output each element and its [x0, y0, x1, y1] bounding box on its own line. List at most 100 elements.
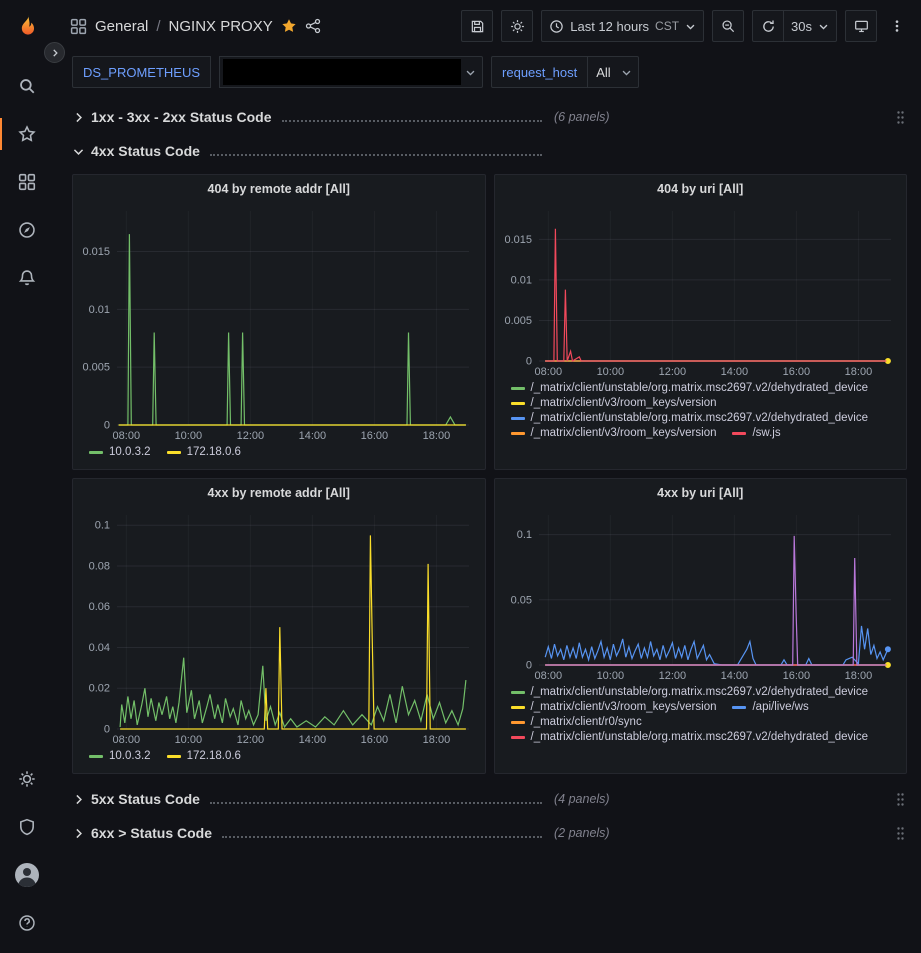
legend-item[interactable]: /_matrix/client/r0/sync [511, 716, 642, 728]
legend-item[interactable]: 172.18.0.6 [167, 446, 241, 458]
legend-item[interactable]: 10.0.3.2 [89, 446, 151, 458]
zoom-out-button[interactable] [712, 10, 744, 42]
dashboard-settings-button[interactable] [501, 10, 533, 42]
sidebar-item-profile[interactable] [0, 851, 54, 899]
grafana-flame-icon [12, 13, 42, 43]
svg-text:10:00: 10:00 [175, 734, 203, 746]
chevron-down-icon [463, 67, 482, 78]
panel-title[interactable]: 404 by uri [All] [499, 175, 903, 203]
svg-text:16:00: 16:00 [782, 366, 810, 378]
help-circle-icon [18, 914, 36, 932]
refresh-icon [761, 19, 776, 34]
legend-item[interactable]: /sw.js [732, 427, 780, 439]
save-dashboard-button[interactable] [461, 10, 493, 42]
svg-text:0.06: 0.06 [89, 601, 110, 613]
sidebar-item-configuration[interactable] [0, 755, 54, 803]
sidebar-item-help[interactable] [0, 899, 54, 947]
svg-text:16:00: 16:00 [782, 670, 810, 682]
legend-item[interactable]: /api/live/ws [732, 701, 808, 713]
sidebar-expand-button[interactable] [44, 42, 65, 63]
panel-title[interactable]: 404 by remote addr [All] [77, 175, 481, 203]
time-range-label: Last 12 hours [570, 19, 649, 34]
legend-item[interactable]: /_matrix/client/unstable/org.matrix.msc2… [511, 731, 869, 743]
panel-title[interactable]: 4xx by remote addr [All] [77, 479, 481, 507]
sidebar-item-explore[interactable] [0, 206, 54, 254]
time-range-picker[interactable]: Last 12 hours CST [541, 10, 704, 42]
chevron-right-icon [72, 793, 85, 806]
svg-text:18:00: 18:00 [844, 670, 872, 682]
row-drag-handle[interactable] [896, 826, 907, 841]
legend-item[interactable]: 10.0.3.2 [89, 750, 151, 762]
datasource-variable-label[interactable]: DS_PROMETHEUS [72, 56, 211, 88]
row-4xx-status-code[interactable]: 4xx Status Code [72, 136, 907, 166]
legend-item[interactable]: /_matrix/client/unstable/org.matrix.msc2… [511, 382, 869, 394]
datasource-value-redacted [223, 59, 461, 85]
legend-item[interactable]: /_matrix/client/v3/room_keys/version [511, 701, 717, 713]
timeseries-plot[interactable]: 00.020.040.060.080.108:0010:0012:0014:00… [77, 507, 481, 747]
row-drag-handle[interactable] [896, 110, 907, 125]
dashboard-title[interactable]: NGINX PROXY [169, 18, 273, 35]
timeseries-plot[interactable]: 00.050.108:0010:0012:0014:0016:0018:00 [499, 507, 903, 683]
grafana-logo[interactable] [0, 8, 54, 48]
row-6xx-status-code[interactable]: 6xx > Status Code (2 panels) [72, 818, 907, 848]
refresh-interval-select[interactable]: 30s [784, 10, 837, 42]
shield-icon [18, 818, 36, 836]
row-dotted-leader [210, 792, 542, 804]
svg-text:10:00: 10:00 [596, 670, 624, 682]
legend-item[interactable]: /_matrix/client/unstable/org.matrix.msc2… [511, 412, 869, 424]
favorite-star-icon[interactable] [281, 18, 297, 34]
request-host-variable-select[interactable]: All [588, 56, 638, 88]
save-icon [470, 19, 485, 34]
gear-icon [510, 19, 525, 34]
svg-text:18:00: 18:00 [423, 734, 451, 746]
sidebar-item-dashboards[interactable] [0, 158, 54, 206]
svg-text:0.05: 0.05 [510, 594, 531, 606]
sidebar-bottom [0, 755, 54, 947]
chevron-right-icon [72, 111, 85, 124]
refresh-interval-label: 30s [791, 19, 812, 34]
svg-text:10:00: 10:00 [596, 366, 624, 378]
row-dotted-leader [222, 826, 542, 838]
timeseries-plot[interactable]: 00.0050.010.01508:0010:0012:0014:0016:00… [499, 203, 903, 379]
row-left: 4xx Status Code [72, 143, 544, 159]
datasource-variable-select[interactable] [219, 56, 483, 88]
breadcrumb-separator: / [156, 18, 160, 35]
svg-text:14:00: 14:00 [720, 366, 748, 378]
share-icon[interactable] [305, 18, 321, 34]
svg-text:0.04: 0.04 [89, 642, 110, 654]
row-dotted-leader [210, 144, 542, 156]
sidebar-item-server-admin[interactable] [0, 803, 54, 851]
legend-item[interactable]: /_matrix/client/unstable/org.matrix.msc2… [511, 686, 869, 698]
request-host-variable-label[interactable]: request_host [491, 56, 588, 88]
legend-item[interactable]: /_matrix/client/v3/room_keys/version [511, 397, 717, 409]
row-5xx-status-code[interactable]: 5xx Status Code (4 panels) [72, 784, 907, 814]
svg-text:0.015: 0.015 [82, 246, 110, 258]
timezone-label: CST [655, 19, 679, 33]
sidebar-item-starred[interactable] [0, 110, 54, 158]
compass-icon [18, 221, 36, 239]
timeseries-plot[interactable]: 00.0050.010.01508:0010:0012:0014:0016:00… [77, 203, 481, 443]
sidebar-item-alerting[interactable] [0, 254, 54, 302]
row-drag-handle[interactable] [896, 792, 907, 807]
legend-item[interactable]: /_matrix/client/v3/room_keys/version [511, 427, 717, 439]
svg-text:08:00: 08:00 [113, 430, 141, 442]
svg-text:14:00: 14:00 [720, 670, 748, 682]
dashboards-grid-icon [18, 173, 36, 191]
request-host-value: All [588, 65, 618, 80]
refresh-button[interactable] [752, 10, 784, 42]
svg-text:12:00: 12:00 [658, 670, 686, 682]
svg-text:0.01: 0.01 [89, 304, 110, 316]
sidebar-item-search[interactable] [0, 62, 54, 110]
more-options-button[interactable] [885, 10, 909, 42]
breadcrumb-folder[interactable]: General [95, 18, 148, 35]
svg-text:0.01: 0.01 [510, 274, 531, 286]
legend-item[interactable]: 172.18.0.6 [167, 750, 241, 762]
row-1xx-3xx-2xx-status-code[interactable]: 1xx - 3xx - 2xx Status Code (6 panels) [72, 102, 907, 132]
chevron-down-icon [619, 67, 638, 78]
panel-title[interactable]: 4xx by uri [All] [499, 479, 903, 507]
svg-text:0.1: 0.1 [516, 529, 531, 541]
chevron-down-icon [685, 21, 696, 32]
svg-text:0.02: 0.02 [89, 683, 110, 695]
panel-legend: /_matrix/client/unstable/org.matrix.msc2… [499, 379, 903, 467]
cycle-view-mode-button[interactable] [845, 10, 877, 42]
